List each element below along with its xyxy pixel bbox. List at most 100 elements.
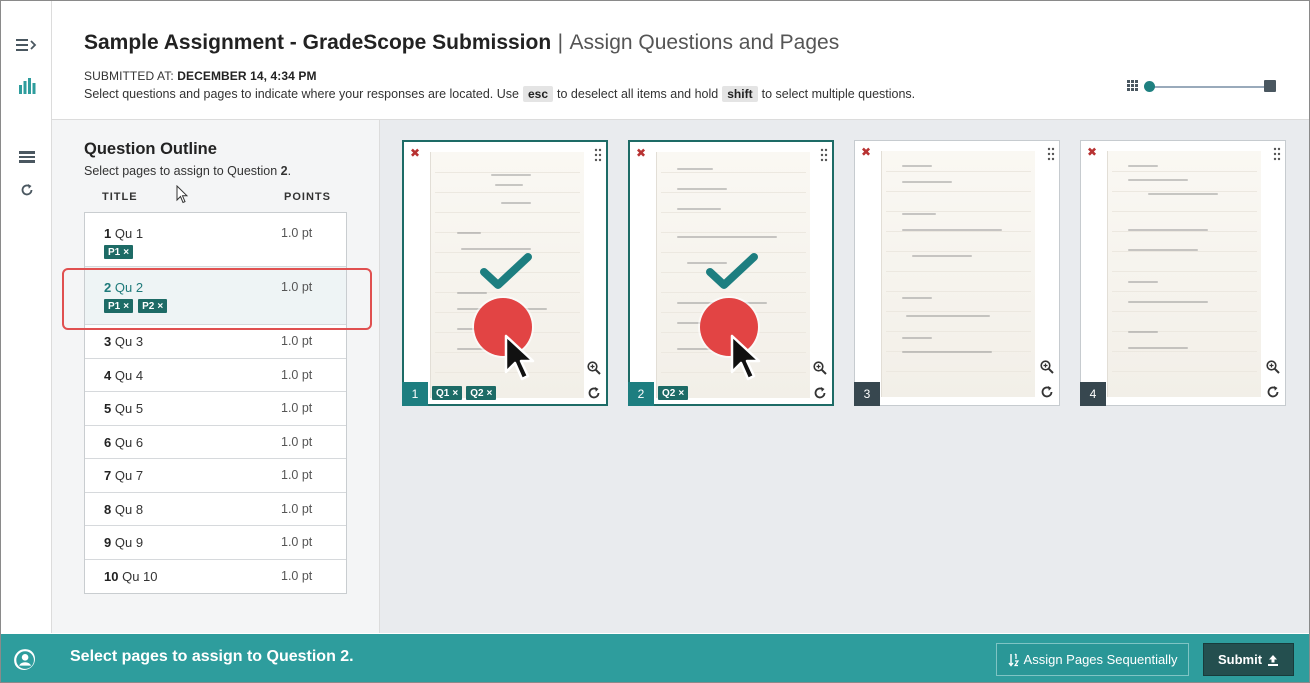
outline-icon[interactable] [15,147,39,167]
question-number: 3 [104,334,112,349]
page-tag[interactable]: P2 × [138,299,168,313]
tag-remove-icon[interactable]: × [123,247,129,258]
question-tag[interactable]: Q2 × [658,386,689,400]
zoom-icon[interactable] [587,361,601,375]
slider-track[interactable] [1147,86,1265,88]
question-tag[interactable]: Q2 × [466,386,497,400]
remove-icon[interactable]: ✖ [410,146,420,160]
question-name: Qu 10 [122,569,158,584]
remove-icon[interactable]: ✖ [1087,145,1097,159]
question-tag[interactable]: Q1 × [432,386,463,400]
question-row-5[interactable]: 5 Qu 5 1.0 pt [85,392,346,426]
page-tag[interactable]: P1 × [104,245,134,259]
question-title: 2 Qu 2 [104,280,143,295]
question-name: Qu 1 [114,226,144,241]
remove-icon[interactable]: ✖ [861,145,871,159]
page-card-2[interactable]: ✖ 2 Q2 × [628,140,834,406]
question-row-2[interactable]: 2 Qu 2 1.0 pt P1 × P2 × [85,267,346,325]
rotate-icon[interactable] [813,386,827,400]
question-row-8[interactable]: 8 Qu 8 1.0 pt [85,493,346,526]
check-icon [706,253,758,289]
outline-hint-suffix: . [287,164,292,178]
question-row-4[interactable]: 4 Qu 4 1.0 pt [85,359,346,392]
question-tag-label: Q2 [470,387,484,399]
question-title: 6 Qu 6 [104,435,143,450]
page-size-slider[interactable] [1127,78,1277,96]
question-row-9[interactable]: 9 Qu 9 1.0 pt [85,526,346,560]
submitted-value: DECEMBER 14, 4:34 PM [177,69,317,83]
tag-remove-icon[interactable]: × [452,388,458,399]
outline-title: Question Outline [84,140,217,158]
upload-icon [1268,654,1279,666]
question-points: 1.0 pt [281,535,313,549]
page-question-tags: Q2 × [658,386,689,400]
question-tag-label: Q1 [436,387,450,399]
question-row-1[interactable]: 1 Qu 1 1.0 pt P1 × [85,213,346,267]
question-outline-panel: Question Outline Select pages to assign … [52,120,380,633]
drag-handle-icon[interactable] [820,148,828,162]
tag-remove-icon[interactable]: × [123,301,129,312]
mouse-pointer-icon [176,185,188,204]
regrade-icon[interactable] [15,180,39,200]
zoom-icon[interactable] [813,361,827,375]
help-icon[interactable] [13,648,35,670]
question-title: 8 Qu 8 [104,502,143,517]
question-title: 1 Qu 1 [104,226,143,241]
menu-icon[interactable] [15,35,39,55]
question-number: 7 [104,468,112,483]
instructions: Select questions and pages to indicate w… [84,86,915,102]
page-thumbnail [881,151,1035,397]
question-title: 10 Qu 10 [104,569,158,584]
column-header-points: POINTS [284,191,331,203]
question-number: 8 [104,502,112,517]
submit-button[interactable]: Submit [1203,643,1294,676]
remove-icon[interactable]: ✖ [636,146,646,160]
question-name: Qu 7 [114,468,144,483]
rotate-icon[interactable] [1266,385,1280,399]
question-name: Qu 9 [114,535,144,550]
page-question-tags: Q1 × Q2 × [432,386,497,400]
question-points: 1.0 pt [281,334,313,348]
status-message: Select pages to assign to Question 2. [70,648,354,665]
question-row-10[interactable]: 10 Qu 10 1.0 pt [85,560,346,593]
question-row-6[interactable]: 6 Qu 6 1.0 pt [85,426,346,459]
instructions-part-3: to select multiple questions. [761,87,916,101]
drag-handle-icon[interactable] [1273,147,1281,161]
submitted-label: SUBMITTED AT: [84,69,174,83]
question-number: 10 [104,569,119,584]
question-row-3[interactable]: 3 Qu 3 1.0 pt [85,325,346,359]
assign-pages-sequentially-label: Assign Pages Sequentially [1023,652,1178,667]
zoom-icon[interactable] [1266,360,1280,374]
page-tag-label: P2 [142,300,155,312]
page-tag-label: P1 [108,300,121,312]
page-card-1[interactable]: ✖ 1 Q1 × Q2 × [402,140,608,406]
page-tag[interactable]: P1 × [104,299,134,313]
question-title: 5 Qu 5 [104,401,143,416]
tag-remove-icon[interactable]: × [678,388,684,399]
page-card-4[interactable]: ✖ 4 [1080,140,1286,406]
assign-pages-sequentially-button[interactable]: Assign Pages Sequentially [996,643,1189,676]
question-points: 1.0 pt [281,401,313,415]
outline-hint-prefix: Select pages to assign to Question [84,164,278,178]
submitted-at: SUBMITTED AT: DECEMBER 14, 4:34 PM [84,69,317,83]
page-number: 1 [402,382,428,406]
question-name: Qu 5 [114,401,144,416]
rotate-icon[interactable] [1040,385,1054,399]
question-number: 1 [104,226,112,241]
tag-remove-icon[interactable]: × [487,388,493,399]
page-card-3[interactable]: ✖ 3 [854,140,1060,406]
page-number: 3 [854,382,880,406]
rotate-icon[interactable] [587,386,601,400]
question-number: 6 [104,435,112,450]
question-name: Qu 4 [114,368,144,383]
drag-handle-icon[interactable] [1047,147,1055,161]
stats-icon[interactable] [15,76,39,96]
slider-handle[interactable] [1144,81,1155,92]
question-row-7[interactable]: 7 Qu 7 1.0 pt [85,459,346,493]
drag-handle-icon[interactable] [594,148,602,162]
pages-grid: ✖ 1 Q1 × Q2 × ✖ 2 Q2 × ✖ 3 ✖ 4 [380,120,1309,633]
tag-remove-icon[interactable]: × [157,301,163,312]
zoom-icon[interactable] [1040,360,1054,374]
title-row: Sample Assignment - GradeScope Submissio… [84,31,839,55]
question-title: 4 Qu 4 [104,368,143,383]
